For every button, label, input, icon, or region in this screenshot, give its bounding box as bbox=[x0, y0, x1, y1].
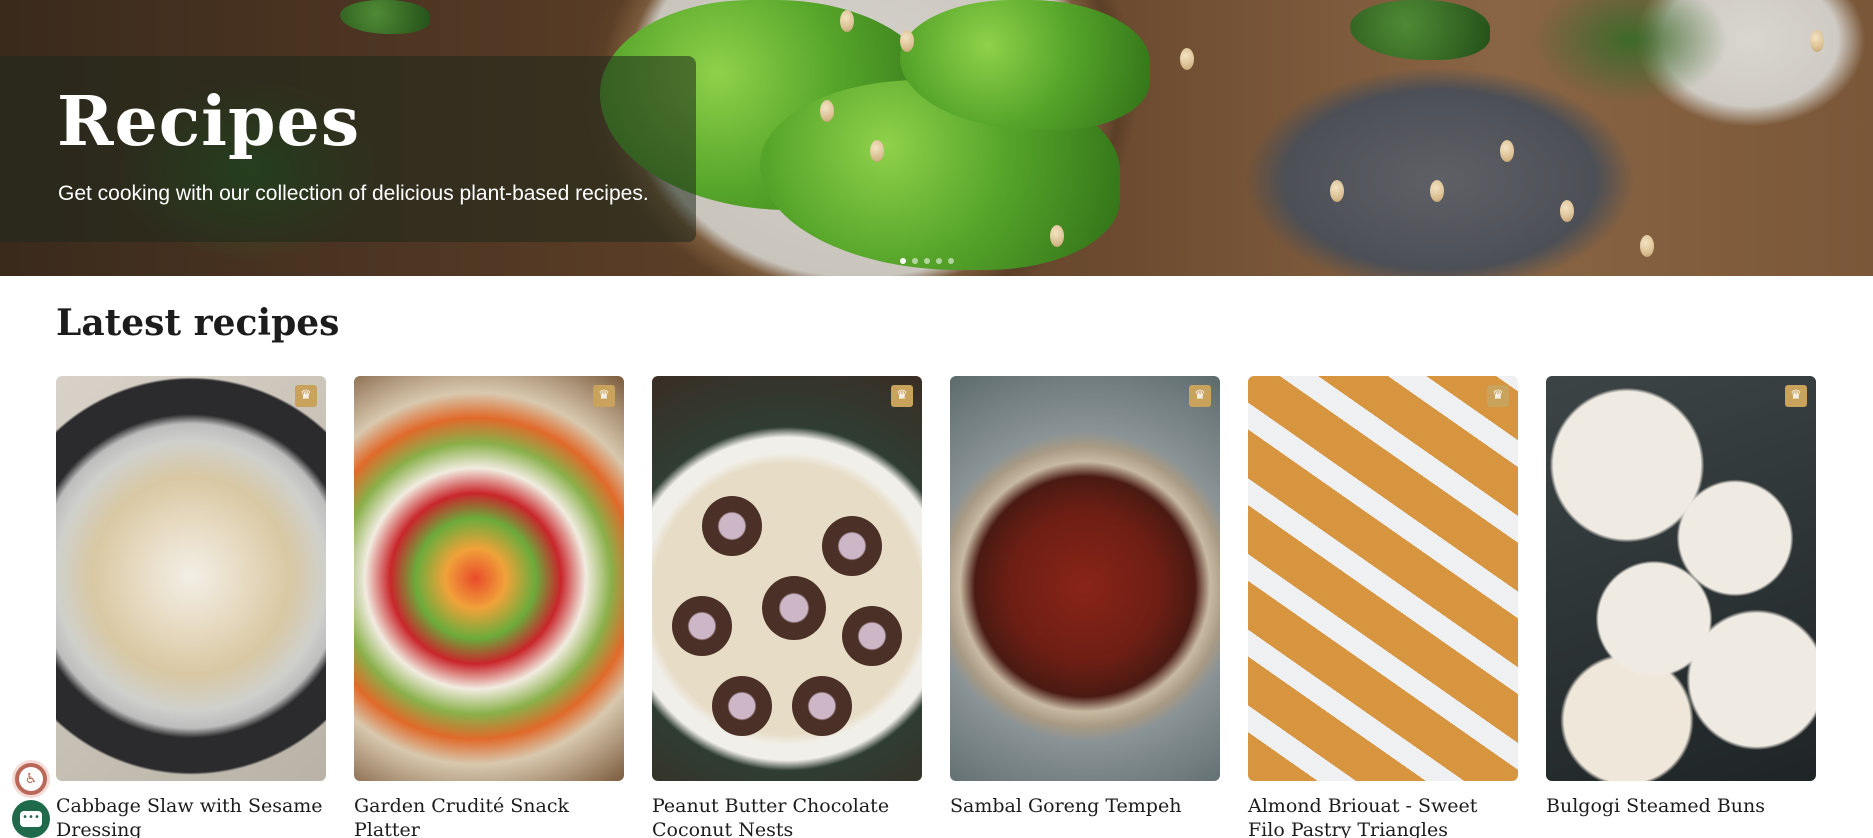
recipe-image[interactable]: ♛ bbox=[652, 376, 922, 781]
recipe-image[interactable]: ♛ bbox=[1248, 376, 1518, 781]
pine-nut bbox=[900, 30, 914, 52]
chat-button[interactable]: ••• bbox=[12, 800, 50, 838]
carousel-dot[interactable] bbox=[912, 258, 918, 264]
nest-decoration bbox=[712, 676, 772, 736]
recipe-card[interactable]: ♛ Bulgogi Steamed Buns bbox=[1546, 376, 1816, 818]
carousel-dot[interactable] bbox=[924, 258, 930, 264]
nest-decoration bbox=[842, 606, 902, 666]
crown-icon: ♛ bbox=[891, 385, 913, 407]
crown-icon: ♛ bbox=[295, 385, 317, 407]
page-title: Recipes bbox=[57, 82, 361, 162]
recipe-title[interactable]: Cabbage Slaw with Sesame Dressing bbox=[56, 794, 326, 838]
recipe-card[interactable]: ♛ Garden Crudité Snack Platter bbox=[354, 376, 624, 838]
recipe-image[interactable]: ♛ bbox=[56, 376, 326, 781]
pine-nut bbox=[1560, 200, 1574, 222]
pine-nut bbox=[1640, 235, 1654, 257]
recipe-image[interactable]: ♛ bbox=[950, 376, 1220, 781]
recipe-title[interactable]: Garden Crudité Snack Platter bbox=[354, 794, 624, 838]
pine-nut bbox=[1430, 180, 1444, 202]
pine-nut bbox=[1180, 48, 1194, 70]
recipe-card[interactable]: ♛ Cabbage Slaw with Sesame Dressing bbox=[56, 376, 326, 838]
recipe-image[interactable]: ♛ bbox=[354, 376, 624, 781]
crown-icon: ♛ bbox=[1189, 385, 1211, 407]
recipe-title[interactable]: Almond Briouat - Sweet Filo Pastry Trian… bbox=[1248, 794, 1518, 838]
recipe-card[interactable]: ♛ Peanut Butter Chocolate Coconut Nests bbox=[652, 376, 922, 838]
nest-decoration bbox=[822, 516, 882, 576]
crown-icon: ♛ bbox=[1487, 385, 1509, 407]
nest-decoration bbox=[762, 576, 826, 640]
recipe-card[interactable]: ♛ Sambal Goreng Tempeh bbox=[950, 376, 1220, 818]
crown-icon: ♛ bbox=[1785, 385, 1807, 407]
crown-icon: ♛ bbox=[593, 385, 615, 407]
pine-nut bbox=[1500, 140, 1514, 162]
recipe-title[interactable]: Bulgogi Steamed Buns bbox=[1546, 794, 1816, 818]
hero-banner: Recipes Get cooking with our collection … bbox=[0, 0, 1873, 276]
accessibility-icon: ♿ bbox=[19, 767, 43, 791]
recipe-title[interactable]: Peanut Butter Chocolate Coconut Nests bbox=[652, 794, 922, 838]
carousel-dot[interactable] bbox=[900, 258, 906, 264]
pine-nut bbox=[1330, 180, 1344, 202]
latest-recipes-heading: Latest recipes bbox=[56, 302, 340, 344]
page-subtitle: Get cooking with our collection of delic… bbox=[58, 182, 649, 205]
carousel-dots bbox=[900, 258, 954, 264]
nest-decoration bbox=[792, 676, 852, 736]
pine-nut bbox=[870, 140, 884, 162]
carousel-dot[interactable] bbox=[936, 258, 942, 264]
pine-nut bbox=[1050, 225, 1064, 247]
pine-nut bbox=[840, 10, 854, 32]
pine-nut bbox=[1810, 30, 1824, 52]
recipe-image[interactable]: ♛ bbox=[1546, 376, 1816, 781]
recipe-card[interactable]: ♛ Almond Briouat - Sweet Filo Pastry Tri… bbox=[1248, 376, 1518, 838]
recipe-title[interactable]: Sambal Goreng Tempeh bbox=[950, 794, 1220, 818]
nest-decoration bbox=[702, 496, 762, 556]
nest-decoration bbox=[672, 596, 732, 656]
pine-nut bbox=[820, 100, 834, 122]
recipe-card-list: ♛ Cabbage Slaw with Sesame Dressing ♛ Ga… bbox=[56, 376, 1816, 838]
accessibility-button[interactable]: ♿ bbox=[12, 760, 50, 798]
carousel-dot[interactable] bbox=[948, 258, 954, 264]
chat-icon: ••• bbox=[20, 811, 42, 827]
hero-spinach-leaf bbox=[1350, 0, 1490, 60]
hero-spinach-leaf bbox=[340, 0, 430, 34]
